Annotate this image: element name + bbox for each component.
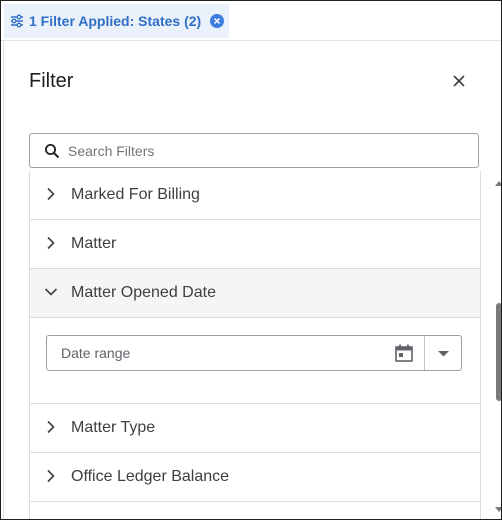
date-range-section (30, 319, 480, 404)
search-icon (44, 143, 60, 159)
chevron-right-icon (44, 187, 58, 201)
applied-filters-label: 1 Filter Applied: States (2) (29, 13, 202, 29)
date-range-input[interactable] (61, 344, 361, 362)
close-icon (453, 75, 465, 87)
applied-filters-chip[interactable]: 1 Filter Applied: States (2) (4, 4, 229, 38)
panel-title: Filter (29, 70, 74, 92)
filter-row-label: Matter Type (71, 419, 156, 436)
filter-sliders-icon (10, 14, 24, 28)
filter-list: Marked For Billing Matter Matter Opened … (29, 171, 481, 519)
search-filters-input[interactable] (68, 140, 468, 162)
close-circle-icon (213, 17, 221, 25)
date-range-field (46, 335, 462, 371)
filter-row-office-ledger-balance[interactable]: Office Ledger Balance (30, 453, 480, 502)
filter-row-matter-type[interactable]: Matter Type (30, 404, 480, 453)
filter-row-label: Matter Opened Date (71, 284, 216, 301)
filter-row-label: Marked For Billing (71, 186, 200, 203)
clear-filters-button[interactable] (210, 14, 224, 28)
scrollbar-thumb[interactable] (496, 303, 501, 401)
filter-row-matter[interactable]: Matter (30, 220, 480, 269)
filter-list-scrollbar[interactable] (496, 181, 501, 516)
window-frame: 1 Filter Applied: States (2) Filter Sear… (0, 0, 502, 520)
calendar-icon[interactable] (394, 343, 414, 363)
chevron-right-icon (44, 469, 58, 483)
close-panel-button[interactable] (451, 73, 467, 89)
chevron-down-icon (44, 285, 58, 299)
filter-row-matter-opened-date[interactable]: Matter Opened Date (30, 269, 480, 318)
filter-row-label: Matter (71, 235, 117, 252)
chevron-right-icon (44, 236, 58, 250)
search-filters-box (29, 133, 479, 168)
filter-row-label: Office Ledger Balance (71, 468, 230, 485)
filter-panel: Filter Marked For Billing (4, 41, 501, 519)
date-range-dropdown-button[interactable] (425, 336, 462, 370)
scroll-down-arrow[interactable] (495, 507, 501, 512)
filter-row-marked-for-billing[interactable]: Marked For Billing (30, 171, 480, 220)
chevron-right-icon (44, 420, 58, 434)
caret-down-icon (438, 351, 449, 357)
